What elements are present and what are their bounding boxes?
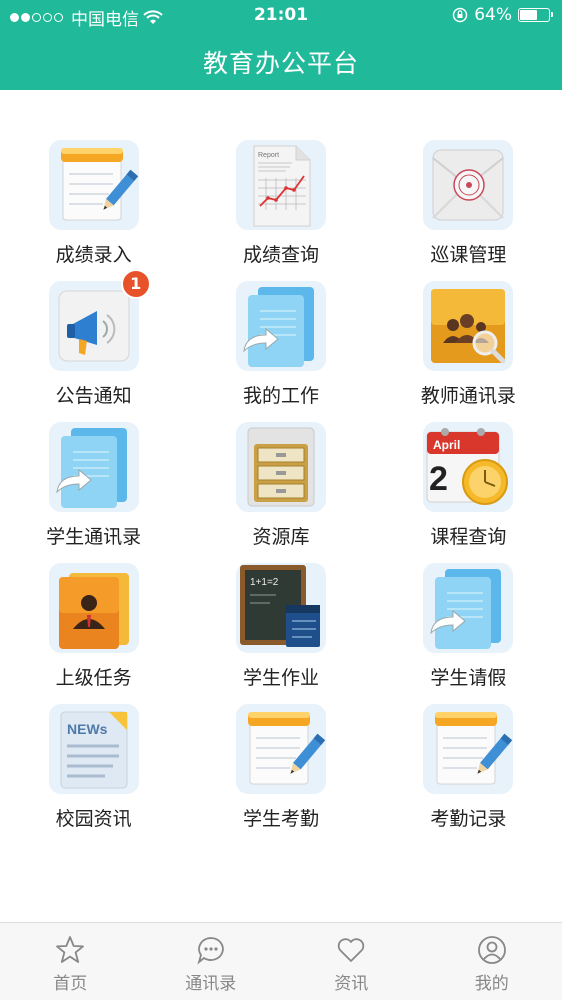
grid-item-0[interactable]: 成绩录入 <box>0 140 187 281</box>
newspaper-icon: NEWs <box>48 704 139 794</box>
svg-text:2: 2 <box>429 460 448 498</box>
notification-badge: 1 <box>120 269 151 299</box>
report-chart-icon: Report <box>235 140 326 230</box>
grid-item-7[interactable]: 资源库 <box>187 422 374 563</box>
page-title: 教育办公平台 <box>202 49 359 78</box>
grid-item-label: 巡课管理 <box>430 244 507 266</box>
status-bar: 中国电信 21:01 64% <box>0 0 562 30</box>
grid-item-11[interactable]: 学生请假 <box>375 563 562 704</box>
grid-item-label: 成绩录入 <box>55 244 132 266</box>
tab-3[interactable]: 我的 <box>422 923 562 1000</box>
grid-item-13[interactable]: 学生考勤 <box>187 704 374 845</box>
contact-book-icon <box>48 563 139 653</box>
grid-item-6[interactable]: 学生通讯录 <box>0 422 187 563</box>
grid-item-2[interactable]: 巡课管理 <box>375 140 562 281</box>
grid-item-label: 学生考勤 <box>242 808 319 830</box>
svg-text:April: April <box>433 438 460 452</box>
notepad-pencil-icon <box>48 140 139 230</box>
battery-icon <box>518 8 553 22</box>
grid-item-label: 课程查询 <box>430 526 507 548</box>
grid-item-5[interactable]: 教师通讯录 <box>375 281 562 422</box>
grid-item-label: 考勤记录 <box>430 808 507 830</box>
grid-item-label: 成绩查询 <box>242 244 319 266</box>
calendar-clock-icon: April 2 <box>423 422 514 512</box>
grid-item-14[interactable]: 考勤记录 <box>375 704 562 845</box>
people-search-icon <box>423 281 514 371</box>
grid-item-4[interactable]: 我的工作 <box>187 281 374 422</box>
envelope-stamp-icon <box>423 140 514 230</box>
folder-arrow-icon <box>423 563 514 653</box>
tab-label: 资讯 <box>334 974 369 994</box>
grid-item-12[interactable]: NEWs 校园资讯 <box>0 704 187 845</box>
tab-1[interactable]: 通讯录 <box>141 923 282 1000</box>
orientation-lock-icon <box>452 7 468 23</box>
grid-item-label: 学生通讯录 <box>46 526 142 548</box>
chalkboard-icon: 1+1=2 <box>235 563 326 653</box>
grid-item-label: 公告通知 <box>55 385 132 407</box>
folder-arrow-icon <box>48 422 139 512</box>
grid-item-label: 校园资讯 <box>55 808 132 830</box>
notepad-pencil-icon <box>423 704 514 794</box>
tab-2[interactable]: 资讯 <box>281 923 422 1000</box>
grid-item-10[interactable]: 1+1=2 学生作业 <box>187 563 374 704</box>
file-cabinet-icon <box>235 422 326 512</box>
battery-percent: 64% <box>474 5 512 25</box>
grid-item-label: 学生作业 <box>242 667 319 689</box>
tab-label: 通讯录 <box>185 974 237 994</box>
tab-label: 首页 <box>53 974 88 994</box>
grid-item-9[interactable]: 上级任务 <box>0 563 187 704</box>
grid-item-label: 教师通讯录 <box>420 385 516 407</box>
grid-item-label: 我的工作 <box>242 385 319 407</box>
notepad-pencil-icon <box>235 704 326 794</box>
grid-item-8[interactable]: April 2 课程查询 <box>375 422 562 563</box>
grid-item-1[interactable]: Report 成绩查询 <box>187 140 374 281</box>
grid-item-label: 上级任务 <box>55 667 132 689</box>
megaphone-icon: 1 <box>48 269 151 371</box>
grid-item-3[interactable]: 1 公告通知 <box>0 269 187 422</box>
bottom-tab-bar: 首页 通讯录 资讯 我的 <box>0 922 562 1000</box>
app-header: 中国电信 21:01 64% 教育办公平台 <box>0 0 562 90</box>
svg-text:NEWs: NEWs <box>67 721 108 737</box>
folder-arrow-icon <box>235 281 326 371</box>
grid-item-label: 学生请假 <box>430 667 507 689</box>
svg-text:1+1=2: 1+1=2 <box>250 577 279 588</box>
grid-item-label: 资源库 <box>252 526 310 548</box>
svg-text:Report: Report <box>258 152 279 159</box>
tab-label: 我的 <box>474 974 509 994</box>
function-grid: 成绩录入 Report 成绩查询 巡课管理 1 公告通知 我的工作 教师通讯录 … <box>0 140 562 845</box>
tab-0[interactable]: 首页 <box>0 923 141 1000</box>
